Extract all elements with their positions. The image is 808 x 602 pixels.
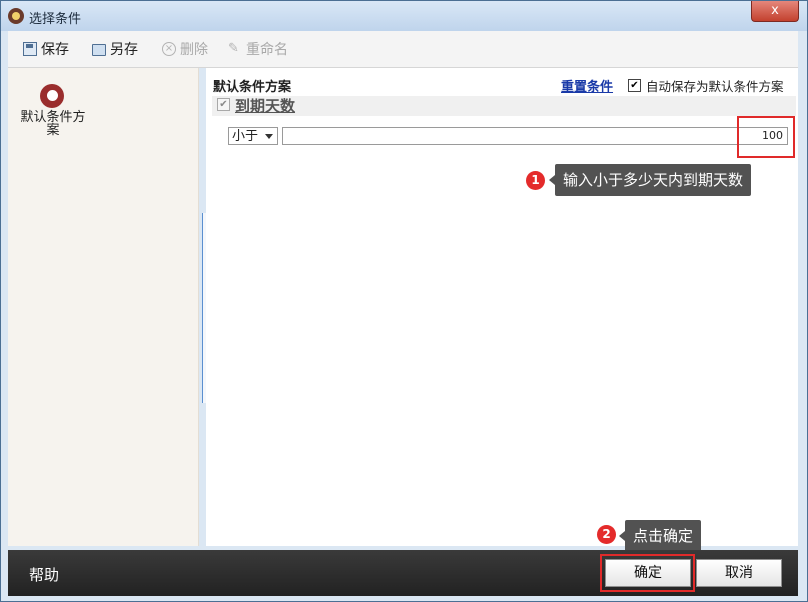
rename-button[interactable]: ✎ 重命名	[228, 40, 288, 59]
delete-label: 删除	[180, 42, 208, 58]
ok-highlight-box	[600, 554, 695, 592]
days-value-input[interactable]: 100	[282, 127, 788, 145]
save-button[interactable]: 保存	[23, 40, 69, 58]
operator-select[interactable]: 小于	[228, 127, 278, 145]
title-bar: 选择条件 x	[1, 1, 807, 31]
condition-checkbox[interactable]: ✔	[217, 98, 230, 111]
condition-label[interactable]: 到期天数	[235, 95, 295, 116]
chevron-down-icon	[265, 134, 273, 139]
autosave-checkbox[interactable]: ✔	[628, 79, 641, 92]
rename-icon: ✎	[228, 41, 239, 56]
toolbar: 保存 另存 × 删除 ✎ 重命名	[8, 31, 798, 68]
delete-button[interactable]: × 删除	[162, 40, 208, 58]
save-as-button[interactable]: 另存	[92, 40, 138, 58]
value-highlight-box	[737, 116, 795, 158]
scheme-icon[interactable]	[40, 84, 64, 108]
scheme-sidebar	[8, 68, 199, 546]
panel-title: 默认条件方案	[213, 80, 292, 95]
help-link[interactable]: 帮助	[29, 564, 59, 585]
tip-callout-1: 输入小于多少天内到期天数	[548, 164, 752, 196]
operator-value: 小于	[232, 129, 259, 144]
step-badge-2: 2	[597, 525, 616, 544]
autosave-label: 自动保存为默认条件方案	[646, 79, 784, 94]
step-badge-1: 1	[526, 171, 545, 190]
tip-callout-2: 点击确定	[618, 520, 702, 552]
app-icon	[8, 8, 24, 24]
folder-icon	[92, 44, 106, 56]
save-as-label: 另存	[110, 42, 138, 58]
delete-icon: ×	[162, 42, 176, 56]
save-icon	[23, 42, 37, 56]
close-button[interactable]: x	[751, 1, 799, 22]
window-title: 选择条件	[29, 12, 82, 27]
cancel-button[interactable]: 取消	[696, 559, 782, 587]
save-label: 保存	[41, 42, 69, 58]
scheme-label[interactable]: 默认条件方案	[18, 111, 88, 137]
autosave-option[interactable]: ✔ 自动保存为默认条件方案	[628, 76, 784, 95]
rename-label: 重命名	[246, 42, 288, 58]
condition-header-row	[212, 96, 796, 116]
reset-conditions-link[interactable]: 重置条件	[561, 76, 613, 95]
